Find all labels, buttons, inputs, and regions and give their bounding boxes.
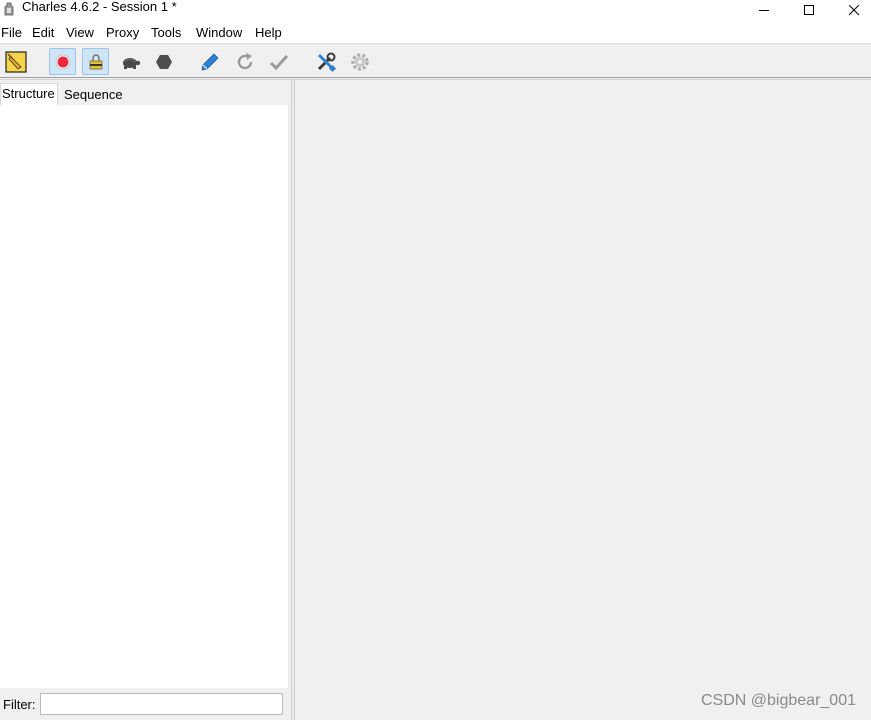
gear-icon xyxy=(350,52,369,71)
refresh-icon xyxy=(237,52,252,69)
validate-button[interactable] xyxy=(265,48,292,75)
broom-icon xyxy=(4,50,27,73)
menu-edit[interactable]: Edit xyxy=(32,25,54,40)
close-button[interactable] xyxy=(831,0,871,20)
compose-button[interactable] xyxy=(196,48,223,75)
filter-row: Filter: xyxy=(0,690,291,720)
menu-tools[interactable]: Tools xyxy=(151,25,181,40)
tools-button[interactable] xyxy=(312,48,339,75)
detail-panel xyxy=(295,80,871,720)
charles-jug-icon xyxy=(3,2,15,17)
throttle-button[interactable] xyxy=(116,48,143,75)
window-title: Charles 4.6.2 - Session 1 * xyxy=(22,0,177,14)
lock-icon xyxy=(89,53,102,69)
menu-help[interactable]: Help xyxy=(255,25,282,40)
minimize-button[interactable] xyxy=(741,0,787,20)
toolbar xyxy=(0,45,871,80)
record-button[interactable] xyxy=(49,48,76,75)
ssl-proxying-button[interactable] xyxy=(82,48,109,75)
structure-tree[interactable] xyxy=(0,105,289,688)
maximize-button[interactable] xyxy=(786,0,832,20)
menu-view[interactable]: View xyxy=(66,25,94,40)
filter-input[interactable] xyxy=(40,693,283,715)
filter-label: Filter: xyxy=(3,697,36,712)
title-bar: Charles 4.6.2 - Session 1 * xyxy=(0,0,871,20)
record-icon xyxy=(55,54,70,69)
stop-hexagon-icon xyxy=(155,54,172,69)
tab-structure[interactable]: Structure xyxy=(0,83,58,105)
close-icon xyxy=(848,4,859,15)
menu-bar: File Edit View Proxy Tools Window Help xyxy=(0,20,871,44)
structure-panel: Structure Sequence Filter: xyxy=(0,80,291,720)
maximize-icon xyxy=(803,4,814,15)
menu-file[interactable]: File xyxy=(1,25,22,40)
menu-window[interactable]: Window xyxy=(196,25,242,40)
tab-sequence[interactable]: Sequence xyxy=(60,85,124,105)
settings-button[interactable] xyxy=(346,48,373,75)
view-tabs: Structure Sequence xyxy=(0,83,291,105)
watermark: CSDN @bigbear_001 xyxy=(701,692,856,709)
repeat-button[interactable] xyxy=(231,48,258,75)
pen-icon xyxy=(200,52,219,71)
checkmark-icon xyxy=(269,54,288,70)
minimize-icon xyxy=(758,9,769,11)
wrench-screwdriver-icon xyxy=(317,52,336,72)
breakpoints-button[interactable] xyxy=(150,48,177,75)
menu-proxy[interactable]: Proxy xyxy=(106,25,139,40)
turtle-icon xyxy=(122,57,140,69)
clear-session-button[interactable] xyxy=(2,48,29,75)
